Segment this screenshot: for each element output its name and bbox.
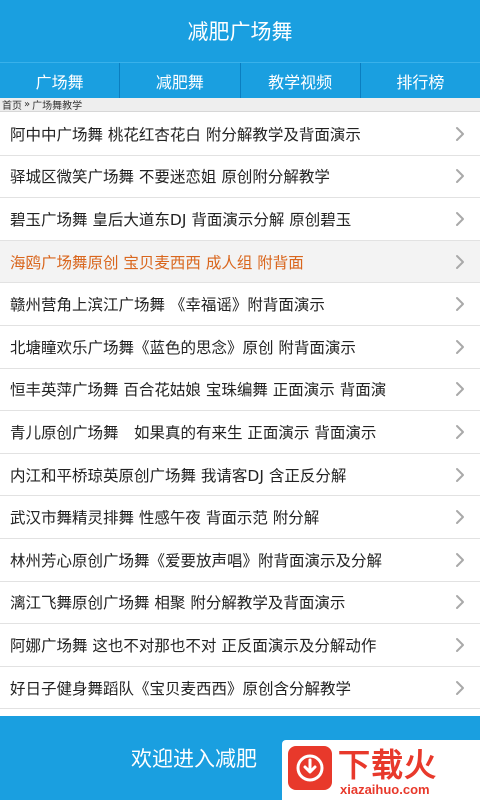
breadcrumb: 首页 » 广场舞教学	[0, 98, 480, 112]
chevron-right-icon	[456, 467, 464, 482]
chevron-right-icon	[456, 254, 464, 269]
list-item[interactable]: 海鸥广场舞原创 宝贝麦西西 成人组 附背面	[0, 240, 480, 284]
download-icon	[288, 746, 332, 790]
chevron-right-icon	[456, 297, 464, 312]
chevron-right-icon	[456, 211, 464, 226]
list-item-title: 林州芳心原创广场舞《爱要放声唱》附背面演示及分解	[10, 551, 383, 570]
list-item-title: 阿娜广场舞 这也不对那也不对 正反面演示及分解动作	[10, 636, 377, 655]
list-item-title: 好日子健身舞蹈队《宝贝麦西西》原创含分解教学	[10, 679, 352, 698]
chevron-right-icon	[456, 382, 464, 397]
list-item[interactable]: 好日子健身舞蹈队《宝贝麦西西》原创含分解教学	[0, 666, 480, 710]
watermark-title: 下载火	[338, 746, 438, 784]
tab-bar: 广场舞 减肥舞 教学视频 排行榜	[0, 62, 480, 99]
tab-guangchangwu[interactable]: 广场舞	[0, 63, 121, 99]
breadcrumb-separator: »	[24, 99, 31, 110]
list-item[interactable]: 赣州营角上滨江广场舞 《幸福谣》附背面演示	[0, 283, 480, 326]
list-item-title: 内江和平桥琼英原创广场舞 我请客DJ 含正反分解	[10, 466, 347, 485]
breadcrumb-home[interactable]: 首页	[2, 97, 22, 112]
chevron-right-icon	[456, 595, 464, 610]
list-item[interactable]: 内江和平桥琼英原创广场舞 我请客DJ 含正反分解	[0, 453, 480, 497]
footer-text: 欢迎进入减肥	[131, 747, 257, 771]
list-item[interactable]: 恒丰英萍广场舞 百合花姑娘 宝珠编舞 正面演示 背面演	[0, 368, 480, 412]
tab-ranking[interactable]: 排行榜	[361, 63, 480, 99]
list-item[interactable]: 武汉市舞精灵排舞 性感午夜 背面示范 附分解	[0, 496, 480, 539]
list-item[interactable]: 驿城区微笑广场舞 不要迷恋姐 原创附分解教学	[0, 155, 480, 199]
list-item-title: 赣州营角上滨江广场舞 《幸福谣》附背面演示	[10, 296, 325, 315]
list-item[interactable]: 碧玉广场舞 皇后大道东DJ 背面演示分解 原创碧玉	[0, 198, 480, 241]
list-item-title: 漓江飞舞原创广场舞 相聚 附分解教学及背面演示	[10, 594, 346, 613]
list-item[interactable]: 漓江飞舞原创广场舞 相聚 附分解教学及背面演示	[0, 581, 480, 625]
list-item-title: 恒丰英萍广场舞 百合花姑娘 宝珠编舞 正面演示 背面演	[10, 381, 387, 400]
app-title: 减肥广场舞	[187, 20, 293, 44]
chevron-right-icon	[456, 339, 464, 354]
list-item-title: 北塘瞳欢乐广场舞《蓝色的思念》原创 附背面演示	[10, 338, 356, 357]
tab-teaching-videos[interactable]: 教学视频	[241, 63, 361, 99]
chevron-right-icon	[456, 126, 464, 141]
list-item-title: 驿城区微笑广场舞 不要迷恋姐 原创附分解教学	[10, 168, 330, 187]
chevron-right-icon	[456, 552, 464, 567]
chevron-right-icon	[456, 637, 464, 652]
watermark-logo: 下载火 xiazaihuo.com	[282, 740, 480, 800]
list-item-title: 海鸥广场舞原创 宝贝麦西西 成人组 附背面	[10, 253, 304, 272]
list-item[interactable]: 阿娜广场舞 这也不对那也不对 正反面演示及分解动作	[0, 624, 480, 667]
app-header: 减肥广场舞	[0, 0, 480, 62]
chevron-right-icon	[456, 510, 464, 525]
watermark-url: xiazaihuo.com	[340, 782, 430, 797]
chevron-right-icon	[456, 424, 464, 439]
tab-jianfeiwu[interactable]: 减肥舞	[120, 63, 241, 99]
list-item-title: 青儿原创广场舞 如果真的有来生 正面演示 背面演示	[10, 423, 377, 442]
list-item-title: 阿中中广场舞 桃花红杏花白 附分解教学及背面演示	[10, 125, 361, 144]
list-item[interactable]: 青儿原创广场舞 如果真的有来生 正面演示 背面演示	[0, 411, 480, 454]
list-item[interactable]: 阿中中广场舞 桃花红杏花白 附分解教学及背面演示	[0, 113, 480, 156]
list-item[interactable]: 北塘瞳欢乐广场舞《蓝色的思念》原创 附背面演示	[0, 325, 480, 369]
list-item[interactable]: 林州芳心原创广场舞《爱要放声唱》附背面演示及分解	[0, 538, 480, 582]
list-item-title: 武汉市舞精灵排舞 性感午夜 背面示范 附分解	[10, 509, 320, 528]
video-list: 阿中中广场舞 桃花红杏花白 附分解教学及背面演示 驿城区微笑广场舞 不要迷恋姐 原…	[0, 113, 480, 710]
chevron-right-icon	[456, 169, 464, 184]
breadcrumb-current: 广场舞教学	[32, 101, 83, 112]
chevron-right-icon	[456, 680, 464, 695]
list-item-title: 碧玉广场舞 皇后大道东DJ 背面演示分解 原创碧玉	[10, 210, 352, 229]
